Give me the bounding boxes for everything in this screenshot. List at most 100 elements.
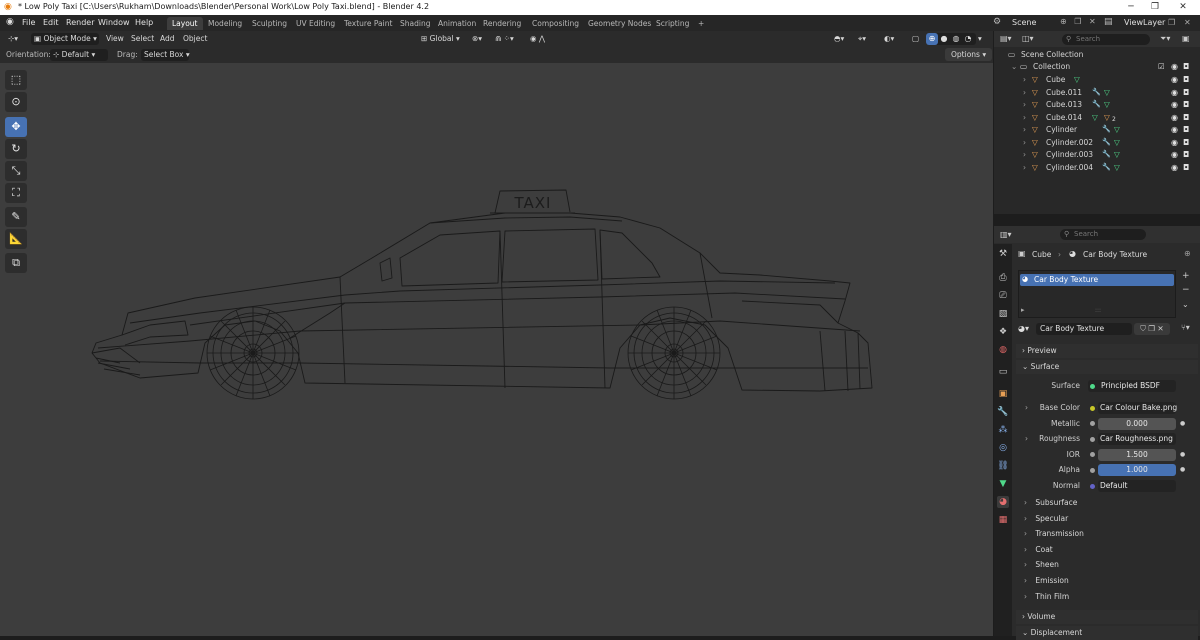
outliner-item[interactable]: › ▽ Cylinder.002 🔧 ▽ ◉ ◘ bbox=[994, 138, 1200, 151]
material-data-icon[interactable]: ▽ bbox=[1104, 113, 1110, 122]
measure-tool-icon[interactable]: 📐 bbox=[5, 229, 27, 249]
subpanel-coat[interactable]: › Coat bbox=[1016, 543, 1198, 557]
subpanel-sheen[interactable]: › Sheen bbox=[1016, 558, 1198, 572]
constraints-tab-icon[interactable]: ⛓ bbox=[997, 460, 1009, 472]
browse-material-icon[interactable]: ◕▾ bbox=[1018, 324, 1029, 333]
outliner-item[interactable]: › ▽ Cylinder.003 🔧 ▽ ◉ ◘ bbox=[994, 150, 1200, 163]
properties-editor-icon[interactable]: ▥▾ bbox=[1000, 230, 1012, 239]
slot-list-resize-handle[interactable]: ::: bbox=[1095, 307, 1101, 314]
camera-icon[interactable]: ◘ bbox=[1183, 150, 1189, 159]
material-shading-icon[interactable]: ◍ bbox=[950, 34, 962, 43]
surface-shader-field[interactable]: Principled BSDF bbox=[1088, 380, 1176, 392]
editor-type-icon[interactable]: ⊹▾ bbox=[8, 33, 18, 45]
eye-icon[interactable]: ◉ bbox=[1171, 125, 1178, 134]
eye-icon[interactable]: ◉ bbox=[1171, 113, 1178, 122]
new-collection-icon[interactable]: ▣ bbox=[1182, 34, 1190, 43]
socket-icon[interactable] bbox=[1090, 405, 1095, 411]
mode-dropdown[interactable]: ▣ Object Mode ▾ bbox=[31, 33, 99, 45]
pin-icon[interactable]: ⊕ bbox=[1184, 249, 1191, 258]
display-mode-icon[interactable]: ◫▾ bbox=[1022, 34, 1034, 43]
mesh-data-icon[interactable]: ▽ bbox=[1092, 113, 1098, 122]
material-tab-icon[interactable]: ◕ bbox=[997, 496, 1009, 508]
eye-icon[interactable]: ◉ bbox=[1171, 88, 1178, 97]
add-slot-icon[interactable]: + bbox=[1182, 271, 1190, 281]
material-slot-item[interactable]: Car Body Texture bbox=[1020, 274, 1174, 286]
subpanel-subsurface[interactable]: › Subsurface bbox=[1016, 496, 1198, 510]
keyframe-dot-icon[interactable]: ● bbox=[1180, 466, 1185, 473]
overlays-icon[interactable]: ◐▾ bbox=[884, 33, 894, 45]
menu-edit[interactable]: Edit bbox=[43, 18, 59, 27]
filter-icon[interactable]: ⏷▾ bbox=[1160, 34, 1170, 44]
modifier-icon[interactable]: 🔧 bbox=[1092, 100, 1101, 108]
solid-shading-icon[interactable]: ● bbox=[938, 34, 950, 43]
eye-icon[interactable]: ◉ bbox=[1171, 100, 1178, 109]
shader-input-field[interactable]: Car Roughness.png bbox=[1098, 433, 1176, 446]
physics-tab-icon[interactable]: ◎ bbox=[997, 442, 1009, 454]
menu-view[interactable]: View bbox=[106, 33, 124, 45]
outliner-editor-icon[interactable]: ▤▾ bbox=[1000, 34, 1012, 43]
particles-tab-icon[interactable]: ⁂ bbox=[997, 424, 1009, 436]
outliner-item[interactable]: › ▽ Cube.013 🔧 ▽ ◉ ◘ bbox=[994, 100, 1200, 113]
shader-input-field[interactable]: Default bbox=[1098, 480, 1176, 492]
area-splitter[interactable] bbox=[994, 214, 1200, 226]
camera-icon[interactable]: ◘ bbox=[1183, 100, 1189, 109]
subpanel-emission[interactable]: › Emission bbox=[1016, 574, 1198, 588]
pin-icon[interactable]: ⊕ bbox=[1060, 17, 1067, 26]
view-layer-icon[interactable]: ▤ bbox=[1104, 17, 1113, 27]
mesh-data-icon[interactable]: ▽ bbox=[1104, 88, 1110, 97]
eye-icon[interactable]: ◉ bbox=[1171, 163, 1178, 172]
proportional-edit-icon[interactable]: ◉ ⋀ bbox=[530, 33, 545, 45]
outliner-search-input[interactable]: Search bbox=[1062, 34, 1150, 45]
workspace-tab-texture-paint[interactable]: Texture Paint bbox=[339, 17, 397, 30]
subpanel-specular[interactable]: › Specular bbox=[1016, 512, 1198, 526]
visibility-icon[interactable]: ◓▾ bbox=[834, 33, 844, 45]
xray-icon[interactable]: ▢ bbox=[912, 33, 919, 45]
close-button[interactable]: ✕ bbox=[1176, 1, 1190, 13]
socket-icon[interactable] bbox=[1090, 436, 1095, 442]
mesh-data-icon[interactable]: ▽ bbox=[1114, 163, 1120, 172]
menu-select[interactable]: Select bbox=[131, 33, 154, 45]
3d-viewport[interactable]: TAXI bbox=[0, 63, 993, 636]
workspace-tab-sculpting[interactable]: Sculpting bbox=[247, 17, 292, 30]
shader-input-field[interactable]: 0.000 bbox=[1098, 417, 1176, 430]
tool-tab-icon[interactable]: ⚒ bbox=[997, 248, 1009, 260]
minimize-button[interactable]: ─ bbox=[1124, 1, 1138, 13]
workspace-tab-animation[interactable]: Animation bbox=[433, 17, 481, 30]
workspace-tab-modeling[interactable]: Modeling bbox=[203, 17, 247, 30]
menu-file[interactable]: File bbox=[22, 18, 35, 27]
camera-icon[interactable]: ◘ bbox=[1183, 88, 1189, 97]
transform-orientation-dropdown[interactable]: ⊞ Global ▾ bbox=[421, 33, 460, 45]
mesh-data-icon[interactable]: ▽ bbox=[1104, 100, 1110, 109]
options-button[interactable]: Options ▾ bbox=[945, 48, 993, 61]
modifier-icon[interactable]: 🔧 bbox=[1102, 150, 1111, 158]
camera-icon[interactable]: ◘ bbox=[1183, 138, 1189, 147]
displacement-section-header[interactable]: ⌄ Displacement bbox=[1016, 626, 1198, 640]
cursor-tool-icon[interactable]: ⊙ bbox=[5, 92, 27, 112]
workspace-tab-geometry-nodes[interactable]: Geometry Nodes bbox=[583, 17, 656, 30]
mesh-data-icon[interactable]: ▽ bbox=[1074, 75, 1080, 84]
duplicate-material-icon[interactable]: ❐ bbox=[1148, 324, 1155, 333]
keyframe-dot-icon[interactable]: ● bbox=[1180, 420, 1185, 427]
keyframe-dot-icon[interactable]: ● bbox=[1180, 451, 1185, 458]
scale-tool-icon[interactable]: ⤡ bbox=[5, 161, 27, 181]
expand-arrow-icon[interactable]: › bbox=[1023, 138, 1026, 147]
remove-view-layer-icon[interactable]: ✕ bbox=[1184, 18, 1191, 27]
outliner-item[interactable]: › ▽ Cylinder 🔧 ▽ ◉ ◘ bbox=[994, 125, 1200, 138]
expand-arrow-icon[interactable]: ⌄ bbox=[1011, 62, 1017, 71]
expand-arrow-icon[interactable]: › bbox=[1023, 100, 1026, 109]
modifier-icon[interactable]: 🔧 bbox=[1102, 125, 1111, 133]
camera-icon[interactable]: ◘ bbox=[1183, 62, 1189, 71]
orientation-dropdown[interactable]: ⊹ Default ▾ bbox=[50, 49, 108, 61]
slot-list-expand-icon[interactable]: ▸ bbox=[1021, 306, 1025, 314]
subpanel-thin-film[interactable]: › Thin Film bbox=[1016, 590, 1198, 604]
outliner-scene-collection[interactable]: ▭ Scene Collection bbox=[994, 50, 1200, 63]
slot-specials-icon[interactable]: ⌄ bbox=[1182, 300, 1189, 309]
camera-icon[interactable]: ◘ bbox=[1183, 163, 1189, 172]
copy-view-layer-icon[interactable]: ❐ bbox=[1168, 18, 1175, 27]
view-layer-name[interactable]: ViewLayer bbox=[1124, 18, 1165, 27]
mesh-data-icon[interactable]: ▽ bbox=[1114, 125, 1120, 134]
menu-render[interactable]: Render bbox=[66, 18, 94, 27]
surface-section-header[interactable]: ⌄ Surface bbox=[1016, 360, 1198, 374]
drag-dropdown[interactable]: Select Box ▾ bbox=[141, 49, 190, 61]
wireframe-shading-icon[interactable]: ⊕ bbox=[926, 33, 938, 45]
